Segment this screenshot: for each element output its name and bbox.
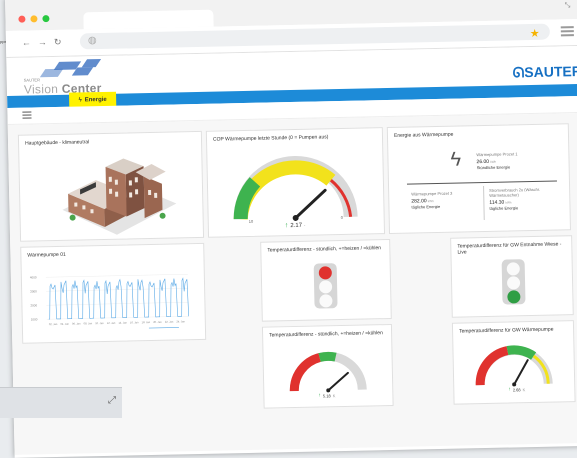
nav-buttons: ← → ↻ xyxy=(22,37,62,49)
card-building: Hauptgebäude - klimaneutral xyxy=(17,130,205,242)
close-window-button[interactable] xyxy=(18,15,26,23)
x-tick-label: 02. Jan xyxy=(49,322,58,326)
back-icon[interactable]: ← xyxy=(22,37,31,48)
temp-diff-value: ↑ 5.18 K xyxy=(318,392,336,399)
y-tick-label: 2000 xyxy=(30,303,37,307)
hamburger-menu-icon[interactable] xyxy=(22,111,32,120)
lamp-red xyxy=(318,266,332,280)
lamp-yellow xyxy=(506,276,521,290)
gauge-min-label: 10 xyxy=(248,218,254,224)
gw-pump-gauge xyxy=(475,345,553,387)
temp-diff-gauge xyxy=(289,351,367,393)
energy-hour: Wärmepumpe Prozet 1 26.00 kWh Stündliche… xyxy=(476,151,518,171)
card-title: Energie aus Wärmepumpe xyxy=(393,131,454,139)
card-title: Temperaturdifferenz für GW Entnahme Wies… xyxy=(457,241,562,256)
traffic-light xyxy=(501,259,526,305)
building-illustration xyxy=(62,158,177,235)
card-title: Temperaturdifferenz für GW Wärmepumpe xyxy=(459,326,554,335)
address-bar[interactable]: ◍ xyxy=(79,23,550,50)
energy-daily-a: Wärmepumpe Prozet 3 282.00 kWh tägliche … xyxy=(411,190,453,210)
lightning-icon: ϟ xyxy=(78,97,82,104)
divider xyxy=(483,186,485,221)
maximize-window-button[interactable] xyxy=(42,15,50,23)
arrow-up-icon: ↑ xyxy=(318,392,321,399)
x-tick-label: 06. Jan xyxy=(72,321,81,325)
y-tick-label: 1000 xyxy=(31,317,38,321)
card-title: Temperaturdifferenz - stündlich, +=heize… xyxy=(269,330,383,339)
vision-center-logo-icon xyxy=(28,59,108,79)
expand-icon[interactable]: ⤢ xyxy=(108,395,116,406)
x-tick-label: 20. Jan xyxy=(153,320,162,324)
energy-daily-b: Stromverbrauch 2u (Wäschr. Wärmetauscher… xyxy=(489,186,541,211)
reload-icon[interactable]: ↻ xyxy=(54,37,62,48)
card-temp-diff-gw-live: Temperaturdifferenz für GW Entnahme Wies… xyxy=(450,235,574,318)
x-tick-label: 04. Jan xyxy=(60,322,69,326)
card-temp-diff-gw-pump: Temperaturdifferenz für GW Wärmepumpe ↑ … xyxy=(451,320,576,405)
card-title: COP Wärmepumpe letzte Stunde (0 = Pumpen… xyxy=(212,134,329,143)
card-cop-gauge: COP Wärmepumpe letzte Stunde (0 = Pumpen… xyxy=(205,127,386,238)
x-tick-label: 14. Jan xyxy=(118,321,127,325)
brand-logo: ᘏSAUTER xyxy=(512,62,577,81)
series-line xyxy=(48,277,190,320)
cop-value-unit: - xyxy=(303,222,306,228)
lightning-icon: ϟ xyxy=(450,148,462,171)
traffic-light xyxy=(313,263,338,309)
card-title: Temperaturdifferenz - stündlich, +=heize… xyxy=(267,245,382,254)
card-temp-diff-hourly-gauge: Temperaturdifferenz - stündlich, +=heize… xyxy=(261,323,394,409)
lamp-green xyxy=(319,294,333,308)
arrow-up-icon: ↑ xyxy=(284,222,289,230)
card-heatpump-chart: Wärmepumpe 01 4000 3000 2000 1000 02. Jan 04… xyxy=(20,242,207,344)
floating-panel: ⤢ xyxy=(0,387,122,418)
y-tick-label: 3000 xyxy=(30,289,37,293)
cop-value: ↑ 2.17 - xyxy=(285,222,306,229)
collapse-icon[interactable]: ⤡ xyxy=(565,2,571,10)
x-tick-label: 16. Jan xyxy=(130,320,139,324)
gauge-max-label: 0 xyxy=(340,214,343,221)
lamp-yellow xyxy=(318,280,333,294)
bookmark-star-icon[interactable]: ★ xyxy=(530,27,540,40)
divider xyxy=(406,180,557,185)
card-title: Wärmepumpe 01 xyxy=(27,251,66,259)
x-tick-label: 10. Jan xyxy=(95,321,104,325)
lamp-red xyxy=(506,262,520,276)
window-controls xyxy=(18,15,50,23)
x-tick-label: 22. Jan xyxy=(165,320,174,324)
x-tick-label: 24. Jan xyxy=(176,319,185,323)
y-tick-label: 4000 xyxy=(30,275,37,279)
x-tick-label: 08. Jan xyxy=(84,321,93,325)
browser-menu-icon[interactable] xyxy=(560,26,574,38)
lamp-green xyxy=(507,290,521,304)
x-tick-label: 18. Jan xyxy=(142,320,151,324)
card-energy: Energie aus Wärmepumpe ϟ Wärmepumpe Proz… xyxy=(386,123,571,235)
forward-icon[interactable]: → xyxy=(38,37,47,48)
heatpump-line-chart: 4000 3000 2000 1000 02. Jan 04. Jan 06. Jan 08… xyxy=(30,273,190,329)
globe-icon: ◍ xyxy=(87,35,97,47)
tab-energie-label: Energie xyxy=(84,96,107,104)
cop-value-number: 2.17 xyxy=(290,222,303,229)
card-temp-diff-hourly: Temperaturdifferenz - stündlich, +=heize… xyxy=(260,238,392,322)
gw-pump-value: ↑ 2.68 K xyxy=(508,386,526,393)
x-tick-label: 12. Jan xyxy=(107,321,116,325)
arrow-up-icon: ↑ xyxy=(508,386,511,393)
minimize-window-button[interactable] xyxy=(30,15,38,23)
